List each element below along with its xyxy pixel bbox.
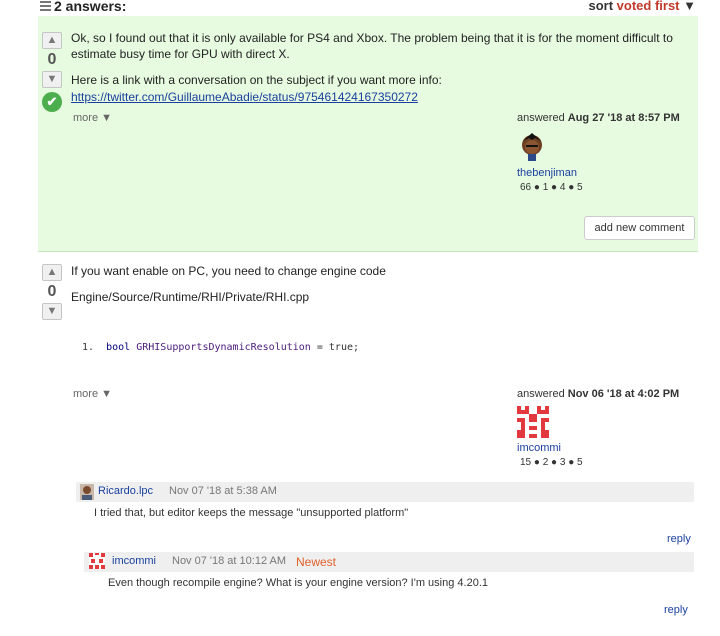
answers-header: 2 answers: sort voted first ▼ bbox=[40, 0, 708, 14]
code-line-number: 1. bbox=[82, 342, 95, 353]
sort-value[interactable]: voted first bbox=[617, 0, 680, 13]
accepted-check-icon: ✔ bbox=[42, 92, 62, 112]
answered-meta: answered Nov 06 '18 at 4:02 PM bbox=[517, 388, 679, 400]
answer-accepted: ▲ 0 ▼ ✔ Ok, so I found out that it is on… bbox=[38, 16, 698, 252]
answered-meta: answered Aug 27 '18 at 8:57 PM bbox=[517, 112, 680, 124]
code-keyword: bool bbox=[106, 342, 131, 353]
add-comment-button[interactable]: add new comment bbox=[584, 216, 695, 240]
user-stats: 66 ● 1 ● 4 ● 5 bbox=[520, 182, 583, 193]
comment-date: Nov 07 '18 at 5:38 AM bbox=[169, 485, 277, 497]
chevron-down-icon[interactable]: ▼ bbox=[683, 0, 696, 13]
answer-paragraph: Engine/Source/Runtime/RHI/Private/RHI.cp… bbox=[71, 290, 310, 304]
upvote-button[interactable]: ▲ bbox=[42, 32, 62, 49]
sort-control[interactable]: sort voted first ▼ bbox=[588, 0, 696, 13]
more-menu[interactable]: more ▼ bbox=[73, 112, 112, 124]
vote-count: 0 bbox=[47, 283, 57, 300]
answer-paragraph: Here is a link with a conversation on th… bbox=[71, 73, 442, 87]
user-name[interactable]: thebenjiman bbox=[517, 167, 577, 179]
avatar[interactable] bbox=[517, 406, 549, 438]
sort-label: sort bbox=[588, 0, 614, 13]
comment-text: Even though recompile engine? What is yo… bbox=[108, 577, 488, 589]
avatar[interactable] bbox=[89, 553, 105, 569]
comment-date: Nov 07 '18 at 10:12 AM bbox=[172, 555, 287, 567]
comment-author[interactable]: imcommi bbox=[112, 555, 156, 567]
menu-icon bbox=[40, 1, 51, 12]
answer-paragraph: Ok, so I found out that it is only avail… bbox=[71, 31, 673, 61]
newest-badge: Newest bbox=[296, 555, 337, 569]
answers-count: 2 answers: bbox=[54, 0, 127, 14]
comment-text: I tried that, but editor keeps the messa… bbox=[94, 507, 409, 519]
comment-header: Ricardo.lpc Nov 07 '18 at 5:38 AM bbox=[76, 482, 694, 502]
avatar[interactable] bbox=[519, 132, 545, 162]
reply-link[interactable]: reply bbox=[664, 604, 688, 616]
user-stats: 15 ● 2 ● 3 ● 5 bbox=[520, 457, 583, 468]
answered-label: answered bbox=[517, 112, 565, 124]
vote-count: 0 bbox=[47, 51, 57, 68]
twitter-link[interactable]: https://twitter.com/GuillaumeAbadie/stat… bbox=[71, 89, 418, 105]
vote-panel: ▲ 0 ▼ bbox=[41, 264, 63, 320]
reply-link[interactable]: reply bbox=[667, 533, 691, 545]
more-menu[interactable]: more ▼ bbox=[73, 388, 112, 400]
code-block: 1. bool GRHISupportsDynamicResolution = … bbox=[82, 342, 359, 353]
downvote-button[interactable]: ▼ bbox=[42, 303, 62, 320]
downvote-button[interactable]: ▼ bbox=[42, 71, 62, 88]
answered-date: Aug 27 '18 at 8:57 PM bbox=[567, 112, 680, 124]
answered-label: answered bbox=[517, 388, 565, 400]
avatar[interactable] bbox=[80, 484, 94, 500]
code-identifier: GRHISupportsDynamicResolution bbox=[136, 342, 311, 353]
comment-header: imcommi Nov 07 '18 at 10:12 AM Newest bbox=[84, 552, 694, 572]
answer-paragraph: If you want enable on PC, you need to ch… bbox=[71, 264, 386, 278]
comment-author[interactable]: Ricardo.lpc bbox=[98, 485, 153, 497]
answered-date: Nov 06 '18 at 4:02 PM bbox=[567, 388, 680, 400]
upvote-button[interactable]: ▲ bbox=[42, 264, 62, 281]
vote-panel: ▲ 0 ▼ ✔ bbox=[41, 32, 63, 112]
code-rest: = true; bbox=[316, 342, 360, 353]
user-name[interactable]: imcommi bbox=[517, 442, 561, 454]
